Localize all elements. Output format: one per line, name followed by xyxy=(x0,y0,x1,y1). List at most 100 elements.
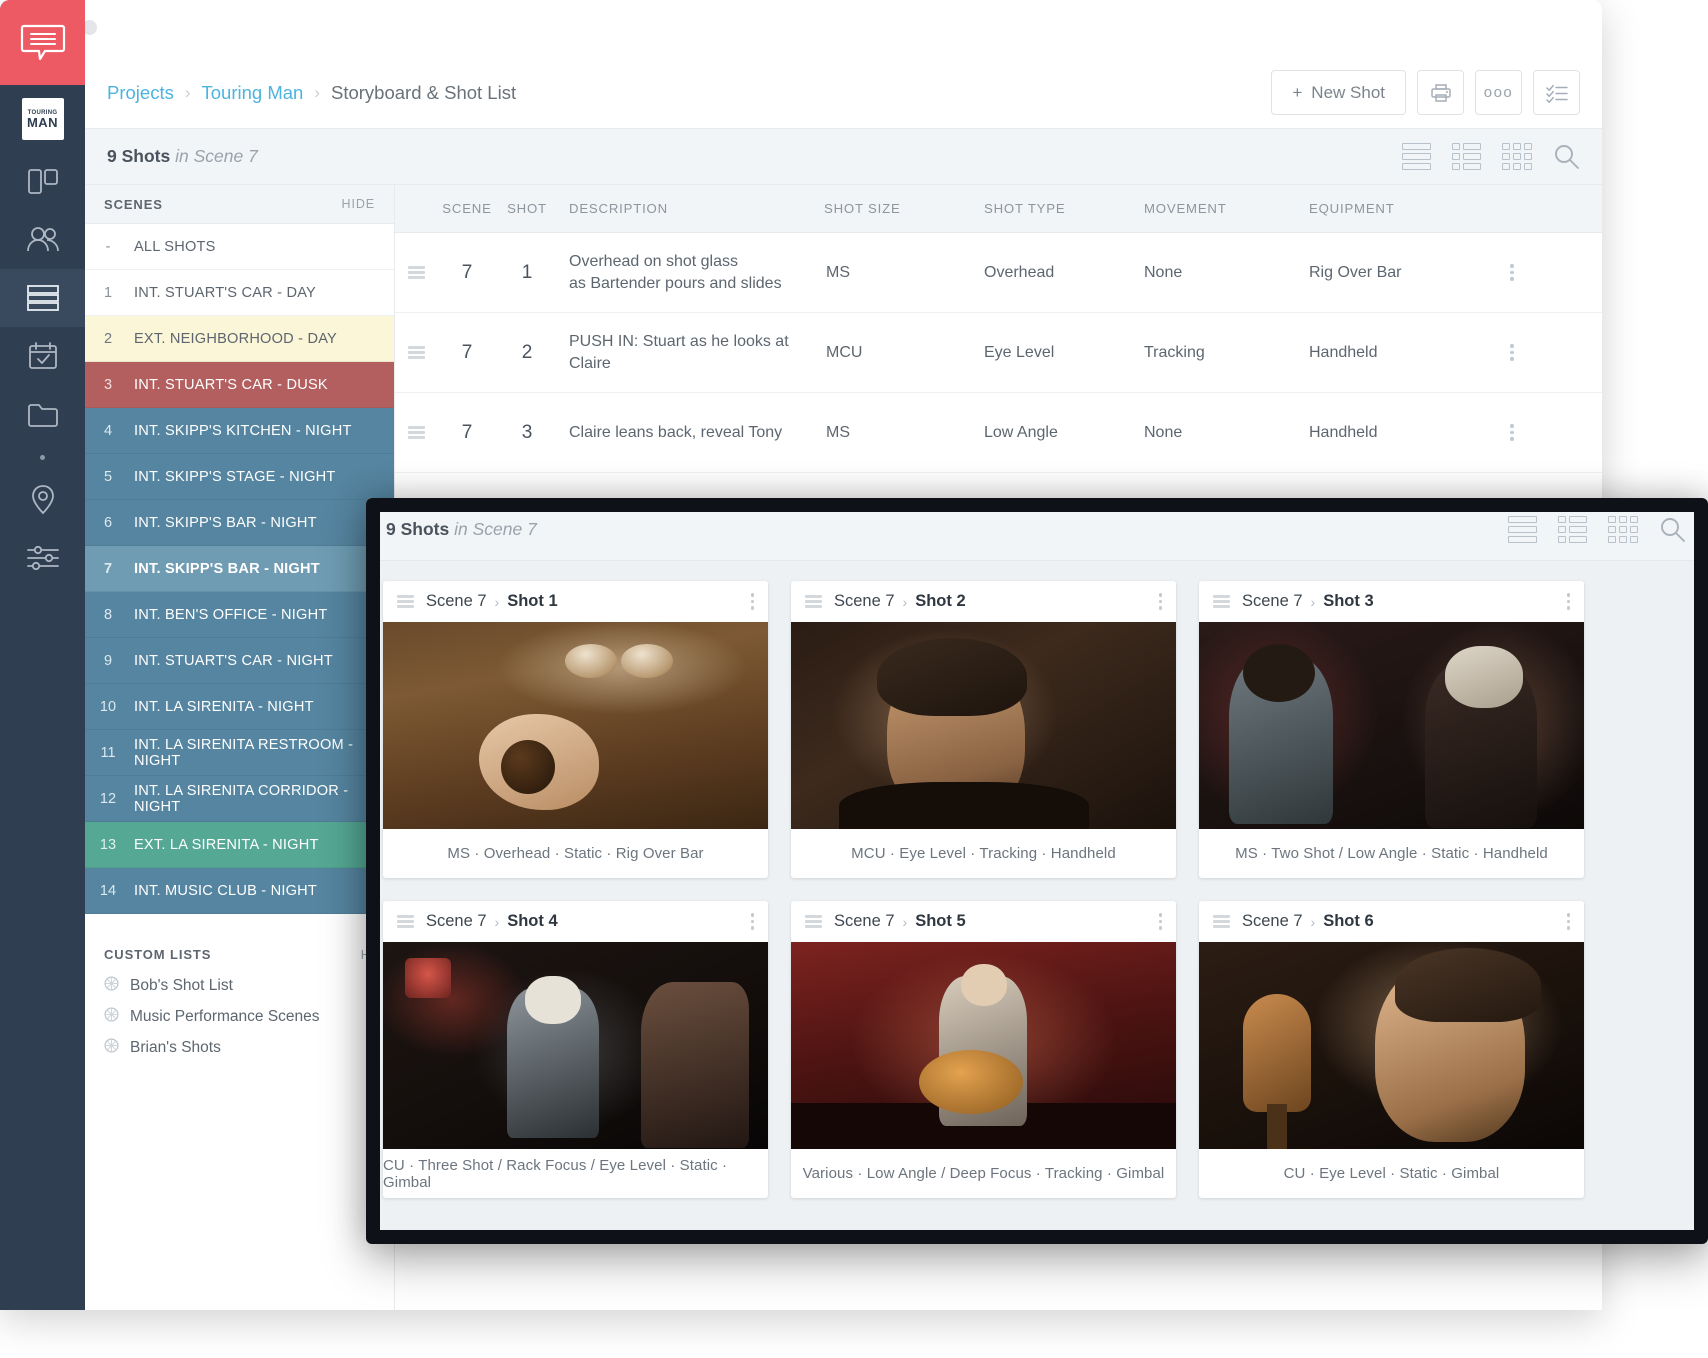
sidebar-item-locations[interactable] xyxy=(0,471,85,529)
overlay-search-icon[interactable] xyxy=(1659,516,1686,543)
card-drag-handle-icon[interactable] xyxy=(397,595,414,608)
scene-row[interactable]: 1INT. STUART'S CAR - DAY xyxy=(85,270,394,316)
scene-row[interactable]: -ALL SHOTS xyxy=(85,224,394,270)
card-thumbnail[interactable] xyxy=(791,942,1176,1149)
scene-row[interactable]: 10INT. LA SIRENITA - NIGHT xyxy=(85,684,394,730)
card-drag-handle-icon[interactable] xyxy=(805,595,822,608)
row-menu-button[interactable] xyxy=(1482,264,1542,280)
table-row[interactable]: 72PUSH IN: Stuart as he looks at ClaireM… xyxy=(395,313,1602,393)
project-thumbnail[interactable]: TOURING MAN xyxy=(0,85,85,153)
breadcrumb-bar: Projects › Touring Man › Storyboard & Sh… xyxy=(85,57,1602,128)
storyboard-card[interactable]: Scene 7›Shot 1 MS · Overhead · Static · R… xyxy=(383,581,768,878)
custom-list-label: Brian's Shots xyxy=(130,1039,221,1057)
breadcrumb-project[interactable]: Touring Man xyxy=(202,82,304,104)
card-header: Scene 7›Shot 2 xyxy=(791,581,1176,622)
sidebar-item-contacts[interactable] xyxy=(0,211,85,269)
sidebar-item-schedule[interactable] xyxy=(0,327,85,385)
card-menu-button[interactable] xyxy=(751,593,754,609)
card-drag-handle-icon[interactable] xyxy=(805,915,822,928)
more-options-button[interactable]: ooo xyxy=(1475,70,1522,115)
overlay-shot-count-label: 9 Shots in Scene 7 xyxy=(386,519,537,540)
card-menu-button[interactable] xyxy=(1159,593,1162,609)
card-drag-handle-icon[interactable] xyxy=(1213,595,1230,608)
scene-row[interactable]: 7INT. SKIPP'S BAR - NIGHT xyxy=(85,546,394,592)
sidebar-item-settings[interactable] xyxy=(0,529,85,587)
app-logo[interactable] xyxy=(0,0,85,85)
new-shot-button[interactable]: + New Shot xyxy=(1271,70,1406,115)
sidebar-item-files[interactable] xyxy=(0,385,85,443)
new-shot-label: New Shot xyxy=(1311,83,1385,103)
card-thumbnail[interactable] xyxy=(383,942,768,1149)
sidebar-item-shot-list[interactable] xyxy=(0,269,85,327)
card-breadcrumb: Scene 7›Shot 2 xyxy=(834,592,966,611)
table-row[interactable]: 73Claire leans back, reveal TonyMSLow An… xyxy=(395,393,1602,473)
scene-row[interactable]: 12INT. LA SIRENITA CORRIDOR - NIGHT xyxy=(85,776,394,822)
card-menu-button[interactable] xyxy=(751,913,754,929)
cell-scene: 7 xyxy=(437,342,497,364)
scene-name: INT. SKIPP'S BAR - NIGHT xyxy=(131,561,320,577)
scene-row[interactable]: 14INT. MUSIC CLUB - NIGHT xyxy=(85,868,394,914)
card-thumbnail[interactable] xyxy=(1199,942,1584,1149)
mixed-view-icon[interactable] xyxy=(1452,143,1481,170)
grid-view-icon[interactable] xyxy=(1502,143,1532,170)
overlay-shot-count-scene: Scene 7 xyxy=(473,519,537,539)
view-switcher xyxy=(1402,143,1580,170)
card-scene-label: Scene 7 xyxy=(426,912,487,931)
scene-row[interactable]: 4INT. SKIPP'S KITCHEN - NIGHT xyxy=(85,408,394,454)
scene-row[interactable]: 6INT. SKIPP'S BAR - NIGHT xyxy=(85,500,394,546)
storyboard-card[interactable]: Scene 7›Shot 2MCU · Eye Level · Tracking… xyxy=(791,581,1176,878)
print-button[interactable] xyxy=(1417,70,1464,115)
scene-row[interactable]: 13EXT. LA SIRENITA - NIGHT xyxy=(85,822,394,868)
scene-row[interactable]: 11INT. LA SIRENITA RESTROOM - NIGHT xyxy=(85,730,394,776)
drag-handle-icon[interactable] xyxy=(395,266,437,279)
drag-handle-icon[interactable] xyxy=(395,426,437,439)
overlay-header: 9 Shots in Scene 7 xyxy=(366,498,1708,561)
storyboard-overlay-window: 9 Shots in Scene 7 xyxy=(366,498,1708,1244)
speech-bubble-logo xyxy=(20,23,66,63)
card-menu-button[interactable] xyxy=(1159,913,1162,929)
scene-row[interactable]: 2EXT. NEIGHBORHOOD - DAY xyxy=(85,316,394,362)
list-view-icon[interactable] xyxy=(1402,143,1431,170)
custom-list-item[interactable]: Bob's Shot List xyxy=(85,970,394,1001)
settings-sliders-icon xyxy=(26,545,60,571)
table-row[interactable]: 71Overhead on shot glassas Bartender pou… xyxy=(395,233,1602,313)
scene-row[interactable]: 5INT. SKIPP'S STAGE - NIGHT xyxy=(85,454,394,500)
storyboard-card[interactable]: Scene 7›Shot 6CU · Eye Level · Static · … xyxy=(1199,901,1584,1198)
storyboard-card[interactable]: Scene 7›Shot 5Various · Low Angle / Deep… xyxy=(791,901,1176,1198)
card-thumbnail[interactable] xyxy=(791,622,1176,829)
breadcrumb-projects[interactable]: Projects xyxy=(107,82,174,104)
card-drag-handle-icon[interactable] xyxy=(397,915,414,928)
cell-shot-size: MS xyxy=(812,424,972,442)
th-shot-size: SHOT SIZE xyxy=(812,201,972,216)
scene-number: 6 xyxy=(85,515,131,531)
card-menu-button[interactable] xyxy=(1567,913,1570,929)
scene-row[interactable]: 9INT. STUART'S CAR - NIGHT xyxy=(85,638,394,684)
storyboard-card[interactable]: Scene 7›Shot 4CU · Three Shot / Rack Foc… xyxy=(383,901,768,1198)
scene-row[interactable]: 8INT. BEN'S OFFICE - NIGHT xyxy=(85,592,394,638)
overlay-grid-view-icon[interactable] xyxy=(1608,516,1638,543)
row-menu-button[interactable] xyxy=(1482,344,1542,360)
card-breadcrumb: Scene 7›Shot 1 xyxy=(426,592,558,611)
card-caption: MS · Overhead · Static · Rig Over Bar xyxy=(383,829,768,878)
custom-list-item[interactable]: Brian's Shots xyxy=(85,1032,394,1063)
sidebar-item-boards[interactable] xyxy=(0,153,85,211)
scenes-hide-button[interactable]: HIDE xyxy=(342,197,375,211)
card-caption: CU · Three Shot / Rack Focus / Eye Level… xyxy=(383,1149,768,1198)
scene-row[interactable]: 3INT. STUART'S CAR - DUSK xyxy=(85,362,394,408)
custom-list-item[interactable]: Music Performance Scenes xyxy=(85,1001,394,1032)
overlay-mixed-view-icon[interactable] xyxy=(1558,516,1587,543)
card-thumbnail[interactable] xyxy=(383,622,768,829)
card-thumbnail[interactable] xyxy=(1199,622,1584,829)
scene-number: 7 xyxy=(85,561,131,577)
cell-scene: 7 xyxy=(437,262,497,284)
search-icon[interactable] xyxy=(1553,143,1580,170)
card-menu-button[interactable] xyxy=(1567,593,1570,609)
scenes-list: -ALL SHOTS1INT. STUART'S CAR - DAY2EXT. … xyxy=(85,224,394,914)
checklist-button[interactable] xyxy=(1533,70,1580,115)
overlay-list-view-icon[interactable] xyxy=(1508,516,1537,543)
row-menu-button[interactable] xyxy=(1482,424,1542,440)
card-caption: MS · Two Shot / Low Angle · Static · Han… xyxy=(1199,829,1584,878)
storyboard-card[interactable]: Scene 7›Shot 3MS · Two Shot / Low Angle … xyxy=(1199,581,1584,878)
drag-handle-icon[interactable] xyxy=(395,346,437,359)
card-drag-handle-icon[interactable] xyxy=(1213,915,1230,928)
